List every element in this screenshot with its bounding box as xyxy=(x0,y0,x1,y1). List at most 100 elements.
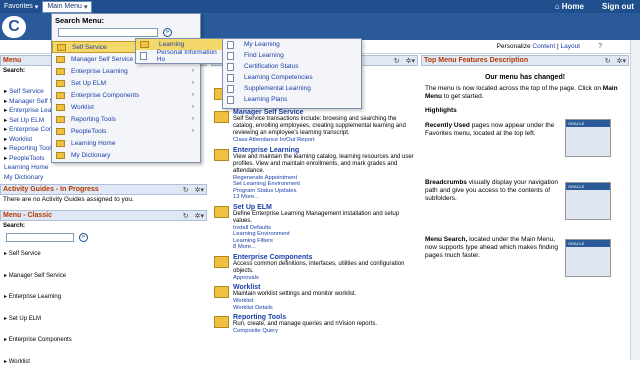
entry-desc: Self Service transactions include: brows… xyxy=(233,116,418,137)
flyout-item[interactable]: Learning Competencies xyxy=(223,72,361,83)
folder-icon xyxy=(56,92,65,99)
classic-item[interactable]: ▸ Self Service xyxy=(0,244,207,266)
help-icon[interactable]: ? xyxy=(598,43,602,50)
personalize-layout-link[interactable]: Layout xyxy=(560,43,580,50)
chevron-right-icon: › xyxy=(192,128,194,134)
flyout-item[interactable]: Find Learning xyxy=(223,50,361,61)
settings-icon[interactable]: ✲▾ xyxy=(617,57,626,65)
folder-icon xyxy=(214,149,229,161)
entry-title[interactable]: Enterprise Components xyxy=(233,254,418,261)
search-go-button[interactable]: » xyxy=(163,28,172,37)
menu-item-label: Worklist xyxy=(9,136,32,143)
refresh-icon[interactable]: ↻ xyxy=(183,186,189,194)
search-menu-row: » xyxy=(52,27,200,38)
search-menu-input[interactable] xyxy=(58,28,158,37)
dropdown-item-label: Manager Self Service xyxy=(71,56,133,63)
entry-link[interactable]: 8 More... xyxy=(233,244,418,251)
thumb-bar: ORACLE xyxy=(566,240,610,247)
entry-body: Enterprise LearningView and maintain the… xyxy=(233,147,418,201)
menu-item[interactable]: My Dictionary xyxy=(0,173,207,183)
flyout-item[interactable]: Personal Information Ho xyxy=(136,50,224,61)
folder-icon xyxy=(214,286,229,298)
main-menu-label: Main Menu xyxy=(47,3,82,10)
bc-bold: Breadcrumbs xyxy=(425,179,467,186)
recent-thumbnail: ORACLE xyxy=(565,119,611,157)
entry-body: Enterprise ComponentsAccess common defin… xyxy=(233,254,418,282)
entry-body: Manager Self ServiceSelf Service transac… xyxy=(233,109,418,144)
classic-item[interactable]: ▸ Enterprise Components xyxy=(0,330,207,352)
chevron-down-icon: ▾ xyxy=(35,3,39,11)
settings-icon[interactable]: ✲▾ xyxy=(406,57,415,65)
classic-item[interactable]: ▸ Set Up ELM xyxy=(0,309,207,331)
dropdown-item-label: My Dictionary xyxy=(71,152,110,159)
entry-desc: Access common definitions, interfaces, u… xyxy=(233,261,418,275)
right-column: Top Menu Features Description↻✲▾ Our men… xyxy=(421,55,629,254)
refresh-icon[interactable]: ↻ xyxy=(394,57,400,65)
home-link[interactable]: ⌂ Home xyxy=(555,2,584,11)
classic-item[interactable]: ▸ Manager Self Service xyxy=(0,266,207,288)
activity-title: Activity Guides - In Progress xyxy=(3,186,99,193)
menusearch-thumbnail: ORACLE xyxy=(565,239,611,277)
classic-item-label: Set Up ELM xyxy=(9,316,41,322)
main-menu-entry: WorklistMaintain worklist settings and m… xyxy=(214,284,418,311)
features-header: Top Menu Features Description↻✲▾ xyxy=(421,55,629,66)
document-icon xyxy=(227,52,234,60)
classic-list: ▸ Self Service▸ Manager Self Service▸ En… xyxy=(0,244,207,373)
dropdown-item-label: Enterprise Components xyxy=(71,92,139,99)
dropdown-item[interactable]: Enterprise Components› xyxy=(52,89,200,101)
personalize-content-link[interactable]: Content xyxy=(532,43,555,50)
entry-link[interactable]: 13 More... xyxy=(233,194,418,201)
dropdown-item[interactable]: Enterprise Learning› xyxy=(52,65,200,77)
refresh-icon[interactable]: ↻ xyxy=(605,57,611,65)
entry-link[interactable]: Worklist Details xyxy=(233,305,356,312)
entry-title[interactable]: Manager Self Service xyxy=(233,109,418,116)
document-icon xyxy=(227,41,234,49)
flyout-item[interactable]: Supplemental Learning xyxy=(223,83,361,94)
personalize-prefix: Personalize xyxy=(497,43,531,50)
entry-title[interactable]: Worklist xyxy=(233,284,356,291)
thumb-logo: ORACLE xyxy=(566,241,584,246)
menusearch-desc: Menu Search, located under the Main Menu… xyxy=(425,236,565,260)
dropdown-item-label: PeopleTools xyxy=(71,128,106,135)
main-menu-entry: Enterprise LearningView and maintain the… xyxy=(214,147,418,201)
dropdown-item[interactable]: Set Up ELM› xyxy=(52,77,200,89)
classic-item-label: Worklist xyxy=(9,359,30,365)
document-icon xyxy=(227,63,234,71)
activity-text: There are no Activity Guides assigned to… xyxy=(0,195,207,206)
classic-item[interactable]: ▸ Enterprise Learning xyxy=(0,287,207,309)
flyout-item[interactable]: My Learning xyxy=(223,39,361,50)
entry-link[interactable]: Approvals xyxy=(233,275,418,282)
flyout-item[interactable]: Certification Status xyxy=(223,61,361,72)
refresh-icon[interactable]: ↻ xyxy=(183,212,189,220)
intro-a: The menu is now located across the top o… xyxy=(425,85,603,92)
flyout-item-label: Supplemental Learning xyxy=(244,85,311,92)
main-menu[interactable]: Main Menu▾ xyxy=(42,1,92,13)
menu-item[interactable]: Learning Home xyxy=(0,163,207,173)
entry-title[interactable]: Enterprise Learning xyxy=(233,147,418,154)
flyout-item[interactable]: Learning Plans xyxy=(223,94,361,105)
dropdown-item[interactable]: Learning Home xyxy=(52,137,200,149)
dropdown-item[interactable]: PeopleTools › xyxy=(52,125,200,137)
entry-desc: Run, create, and manage queries and nVis… xyxy=(233,321,377,328)
settings-icon[interactable]: ✲▾ xyxy=(195,186,204,194)
settings-icon[interactable]: ✲▾ xyxy=(195,212,204,220)
main-menu-entry: Set Up ELMDefine Enterprise Learning Man… xyxy=(214,204,418,251)
favorites-menu[interactable]: Favorites▾ xyxy=(0,3,42,11)
document-icon xyxy=(227,96,234,104)
signout-link[interactable]: Sign out xyxy=(602,2,634,11)
classic-search-go-button[interactable]: » xyxy=(79,233,88,242)
entry-link[interactable]: Class Attendance In/Out Report xyxy=(233,137,418,144)
folder-icon xyxy=(56,128,65,135)
classic-item[interactable]: ▸ Worklist xyxy=(0,352,207,373)
dropdown-item[interactable]: Reporting Tools› xyxy=(52,113,200,125)
entry-title[interactable]: Set Up ELM xyxy=(233,204,418,211)
main-menu-dropdown: Search Menu: » Self Service›Manager Self… xyxy=(51,13,201,163)
vertical-scrollbar[interactable] xyxy=(630,40,640,360)
dropdown-item[interactable]: Worklist› xyxy=(52,101,200,113)
dropdown-item[interactable]: My Dictionary xyxy=(52,149,200,161)
entry-title[interactable]: Reporting Tools xyxy=(233,314,377,321)
entry-link[interactable]: Composite Query xyxy=(233,328,377,335)
main-menu-entry: Manager Self ServiceSelf Service transac… xyxy=(214,109,418,144)
chevron-down-icon: ▾ xyxy=(84,3,88,11)
classic-search-input[interactable] xyxy=(6,233,74,242)
